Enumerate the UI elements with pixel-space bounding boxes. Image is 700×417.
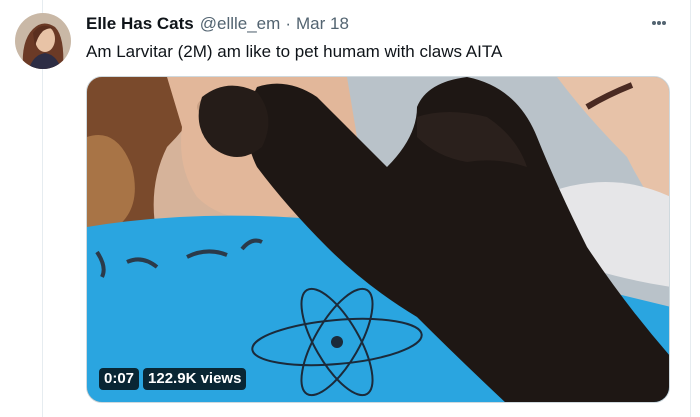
more-horizontal-icon	[652, 21, 666, 25]
video-player[interactable]: 0:07 122.9K views	[86, 76, 670, 403]
tweet-header: Elle Has Cats @ellle_em · Mar 18	[86, 13, 349, 35]
tweet-page: Elle Has Cats @ellle_em · Mar 18 Am Larv…	[0, 0, 700, 417]
video-frame	[87, 77, 669, 402]
video-overlay: 0:07 122.9K views	[99, 368, 247, 390]
avatar[interactable]	[15, 13, 71, 69]
video-duration: 0:07	[99, 368, 140, 390]
timeline-divider-right	[690, 0, 691, 417]
tweet-date[interactable]: Mar 18	[296, 13, 349, 35]
separator-dot: ·	[285, 14, 291, 33]
tweet-text: Am Larvitar (2M) am like to pet humam wi…	[86, 42, 503, 61]
display-name[interactable]: Elle Has Cats	[86, 13, 194, 35]
more-options-button[interactable]	[646, 16, 672, 30]
video-view-count: 122.9K views	[143, 368, 247, 390]
avatar-image	[15, 13, 71, 69]
user-handle[interactable]: @ellle_em	[200, 13, 281, 35]
